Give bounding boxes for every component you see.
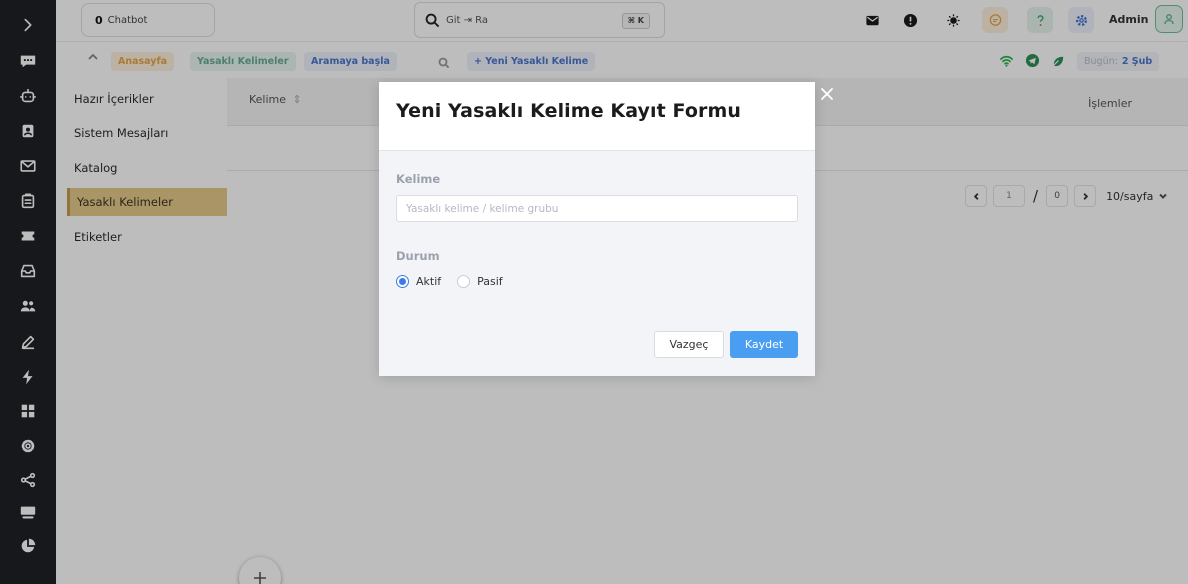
radio-passive-label[interactable]: Pasif	[477, 275, 503, 288]
save-button[interactable]: Kaydet	[730, 331, 798, 358]
word-input[interactable]	[396, 195, 798, 222]
word-field-label: Kelime	[396, 172, 441, 186]
modal-title: Yeni Yasaklı Kelime Kayıt Formu	[396, 100, 742, 122]
radio-active[interactable]	[396, 275, 409, 288]
radio-passive[interactable]	[457, 275, 471, 288]
close-icon[interactable]	[819, 86, 835, 102]
status-field-label: Durum	[396, 249, 440, 263]
modal-header: Yeni Yasaklı Kelime Kayıt Formu	[379, 82, 815, 151]
status-radio-group: Aktif Pasif	[396, 275, 519, 288]
new-banned-word-modal: Yeni Yasaklı Kelime Kayıt Formu Kelime D…	[379, 82, 815, 376]
radio-active-label[interactable]: Aktif	[416, 275, 441, 288]
cancel-button[interactable]: Vazgeç	[654, 331, 724, 358]
